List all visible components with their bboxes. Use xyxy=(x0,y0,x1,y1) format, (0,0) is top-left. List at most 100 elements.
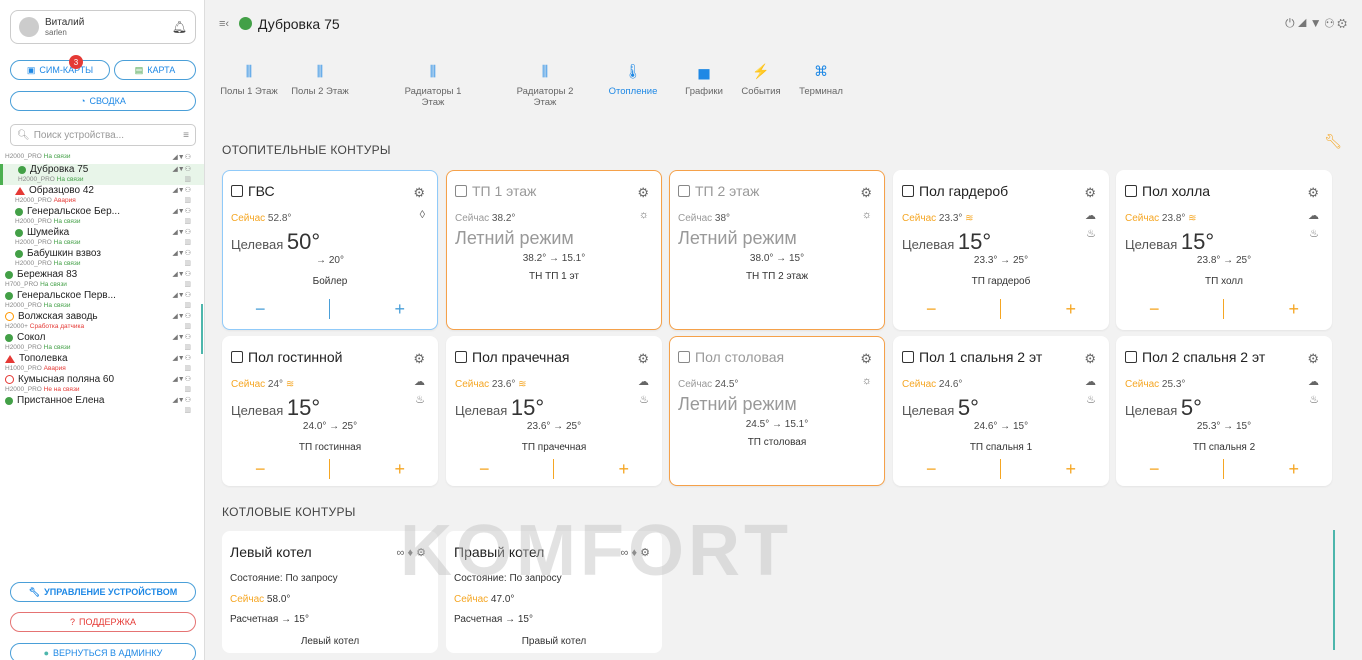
bell-icon[interactable]: 🔔︎ xyxy=(172,20,187,34)
tab-label: Отопление xyxy=(608,86,658,97)
link-icon: ∞ xyxy=(620,547,629,559)
decrease-button[interactable]: − xyxy=(926,459,937,480)
gear-icon[interactable]: ⚙ xyxy=(640,547,650,559)
temp-summary: 25.3° → 15° xyxy=(1196,421,1252,432)
tab-item[interactable]: ⫼ Полы 1 Этаж xyxy=(219,60,279,97)
cloud-icon: ☁ xyxy=(1308,210,1319,222)
heating-card[interactable]: Пол прачечная ⚙ ☁ ♨ Сейчас 23.6° ≋ Целевая 15… xyxy=(446,336,662,486)
heating-card[interactable]: Пол холла ⚙ ☁ ♨ Сейчас 23.8° ≋ Целевая 15° 23.… xyxy=(1116,170,1332,330)
summary-button[interactable]: ◔ СВОДКА xyxy=(10,91,196,111)
gear-icon[interactable]: ⚙ xyxy=(1084,351,1096,367)
floor-heat-icon: ♨ xyxy=(1309,394,1319,406)
support-button[interactable]: ? ПОДДЕРЖКА xyxy=(10,612,196,632)
device-item[interactable]: Шумейка H2000_PRO На связи ◢▼⚇ ▥ xyxy=(0,227,204,248)
heating-flame-icon: ≋ xyxy=(285,379,295,390)
now-value: 24° xyxy=(267,379,284,390)
increase-button[interactable]: + xyxy=(618,459,629,480)
top-bar: ≡‹ Дубровка 75 ⏻◢▼⚇⚙ xyxy=(205,0,1362,48)
device-item[interactable]: Генеральское Перв... H2000_PRO На связи ◢▼… xyxy=(0,290,204,311)
tab-label: Радиаторы 2 Этаж xyxy=(516,86,574,108)
device-item[interactable]: Волжская заводь H2000+ Сработка датчика ◢▼… xyxy=(0,311,204,332)
menu-collapse-icon[interactable]: ≡‹ xyxy=(219,18,229,30)
device-item[interactable]: Сокол H2000_PRO На связи ◢▼⚇ ▥ xyxy=(0,332,204,353)
gear-icon[interactable]: ⚙ xyxy=(413,185,425,201)
heating-card[interactable]: Пол столовая ⚙ ☼ Сейчас 24.5° Летний режим 24… xyxy=(669,336,885,486)
decrease-button[interactable]: − xyxy=(926,299,937,320)
decrease-button[interactable]: − xyxy=(255,299,266,320)
decrease-button[interactable]: − xyxy=(255,459,266,480)
sim-cards-button[interactable]: ▣ СИМ-КАРТЫ 3 xyxy=(10,55,110,80)
device-item[interactable]: H2000_PRO На связи◢▼⚇▥ xyxy=(0,152,204,171)
heating-card[interactable]: Пол гардероб ⚙ ☁ ♨ Сейчас 23.3° ≋ Целевая 15°… xyxy=(893,170,1109,330)
now-value: 23.8° xyxy=(1161,213,1186,224)
device-status: Не на связи xyxy=(43,386,80,393)
decrease-button[interactable]: − xyxy=(1149,299,1160,320)
cloud-icon: ☁ xyxy=(1308,376,1319,388)
boiler-card[interactable]: Левый котел ∞ ♦ ⚙ Состояние: По запросу Сей… xyxy=(222,531,438,653)
heating-card[interactable]: ГВС ⚙ ◊ Сейчас 52.8° Целевая 50° → 20° Бойлер −… xyxy=(222,170,438,330)
target-label: Целевая xyxy=(231,237,284,252)
manage-device-button[interactable]: 🔧︎ УПРАВЛЕНИЕ УСТРОЙСТВОМ xyxy=(10,582,196,602)
gear-icon[interactable]: ⚙ xyxy=(1307,351,1319,367)
tab-label: Полы 2 Этаж xyxy=(291,86,349,97)
decrease-button[interactable]: − xyxy=(479,459,490,480)
device-item[interactable]: Образцово 42 H2000_PRO Авария ◢▼⚇ ▥ xyxy=(0,185,204,206)
gear-icon[interactable]: ⚙ xyxy=(860,351,872,367)
increase-button[interactable]: + xyxy=(394,459,405,480)
gear-icon[interactable]: ⚙ xyxy=(1337,16,1350,30)
filter-icon[interactable]: ≡ xyxy=(183,130,189,141)
tab-item[interactable]: ⌘ Терминал xyxy=(793,60,849,97)
card-title: ТП 2 этаж xyxy=(695,183,760,199)
tab-item[interactable]: ⫼ Полы 2 Этаж xyxy=(290,60,350,97)
heating-card[interactable]: Пол 2 спальня 2 эт ⚙ ☁ ♨ Сейчас 25.3° Целевая… xyxy=(1116,336,1332,486)
gear-icon[interactable]: ⚙ xyxy=(1307,185,1319,201)
device-item[interactable]: Дубровка 75 H2000_PRO На связи ◢▼⚇ ▥ xyxy=(0,164,204,185)
wrench-icon[interactable]: 🔧︎ xyxy=(1324,133,1342,150)
device-status: На связи xyxy=(53,218,81,225)
boiler-card[interactable]: Правый котел ∞ ♦ ⚙ Состояние: По запросу Се… xyxy=(446,531,662,653)
tab-item[interactable]: ⫼ Радиаторы 2 Этаж xyxy=(510,60,580,108)
tab-label: Радиаторы 1 Этаж xyxy=(404,86,462,108)
device-item[interactable]: Кумысная поляна 60 H2000_PRO Не на связи ◢… xyxy=(0,374,204,395)
increase-button[interactable]: + xyxy=(394,299,405,320)
gear-icon[interactable]: ⚙ xyxy=(1084,185,1096,201)
gear-icon[interactable]: ⚙ xyxy=(637,351,649,367)
increase-button[interactable]: + xyxy=(1288,299,1299,320)
gear-icon[interactable]: ⚙ xyxy=(416,547,426,559)
device-item[interactable]: Тополевка H1000_PRO Авария ◢▼⚇ ▥ xyxy=(0,353,204,374)
device-chart-icon: ▥ xyxy=(184,365,191,372)
back-to-admin-button[interactable]: ● ВЕРНУТЬСЯ В АДМИНКУ xyxy=(10,643,196,660)
gear-icon[interactable]: ⚙ xyxy=(860,185,872,201)
tab-item[interactable]: ⚡ События xyxy=(735,60,787,97)
cloud-icon: ☁ xyxy=(1085,210,1096,222)
gear-icon[interactable]: ⚙ xyxy=(637,185,649,201)
heating-card[interactable]: ТП 2 этаж ⚙ ☼ Сейчас 38° Летний режим 38.0° →… xyxy=(669,170,885,330)
boiler-state: Состояние: По запросу xyxy=(230,573,338,584)
target-value: 15° xyxy=(286,395,321,420)
device-status: На связи xyxy=(53,260,81,267)
user-panel[interactable]: Виталий sarlen 🔔︎ xyxy=(10,10,196,44)
scroll-indicator[interactable] xyxy=(1333,530,1335,650)
heating-card[interactable]: Пол гостинной ⚙ ☁ ♨ Сейчас 24° ≋ Целевая 15° 2… xyxy=(222,336,438,486)
increase-button[interactable]: + xyxy=(1288,459,1299,480)
heating-card[interactable]: Пол 1 спальня 2 эт ⚙ ☁ ♨ Сейчас 24.6° Целевая… xyxy=(893,336,1109,486)
tab-item[interactable]: ▅ Графики xyxy=(681,60,727,97)
sliders-icon: ⫼ xyxy=(429,63,437,79)
increase-button[interactable]: + xyxy=(1065,459,1076,480)
search-input[interactable]: 🔍︎ Поиск устройства... ≡ xyxy=(10,124,196,146)
gear-icon[interactable]: ⚙ xyxy=(413,351,425,367)
signal-icon: ◢ xyxy=(1297,16,1310,30)
decrease-button[interactable]: − xyxy=(1149,459,1160,480)
tab-item[interactable]: ⫼ Радиаторы 1 Этаж xyxy=(398,60,468,108)
heating-card[interactable]: ТП 1 этаж ⚙ ☼ Сейчас 38.2° Летний режим 38.2°… xyxy=(446,170,662,330)
device-item[interactable]: Генеральское Бер... H2000_PRO На связи ◢▼⚇… xyxy=(0,206,204,227)
map-button[interactable]: ▤ КАРТА xyxy=(114,60,196,80)
tab-item[interactable]: 🌡︎ Отопление xyxy=(607,60,659,97)
tab-label: События xyxy=(741,86,781,97)
scrollbar[interactable] xyxy=(201,304,203,354)
now-label: Сейчас xyxy=(231,213,266,224)
device-item[interactable]: Бережная 83 H700_PRO На связи ◢▼⚇ ▥ xyxy=(0,269,204,290)
increase-button[interactable]: + xyxy=(1065,299,1076,320)
device-item[interactable]: Пристанное Елена ◢▼⚇ ▥ xyxy=(0,395,204,416)
device-item[interactable]: Бабушкин взвоз H2000_PRO На связи ◢▼⚇ ▥ xyxy=(0,248,204,269)
